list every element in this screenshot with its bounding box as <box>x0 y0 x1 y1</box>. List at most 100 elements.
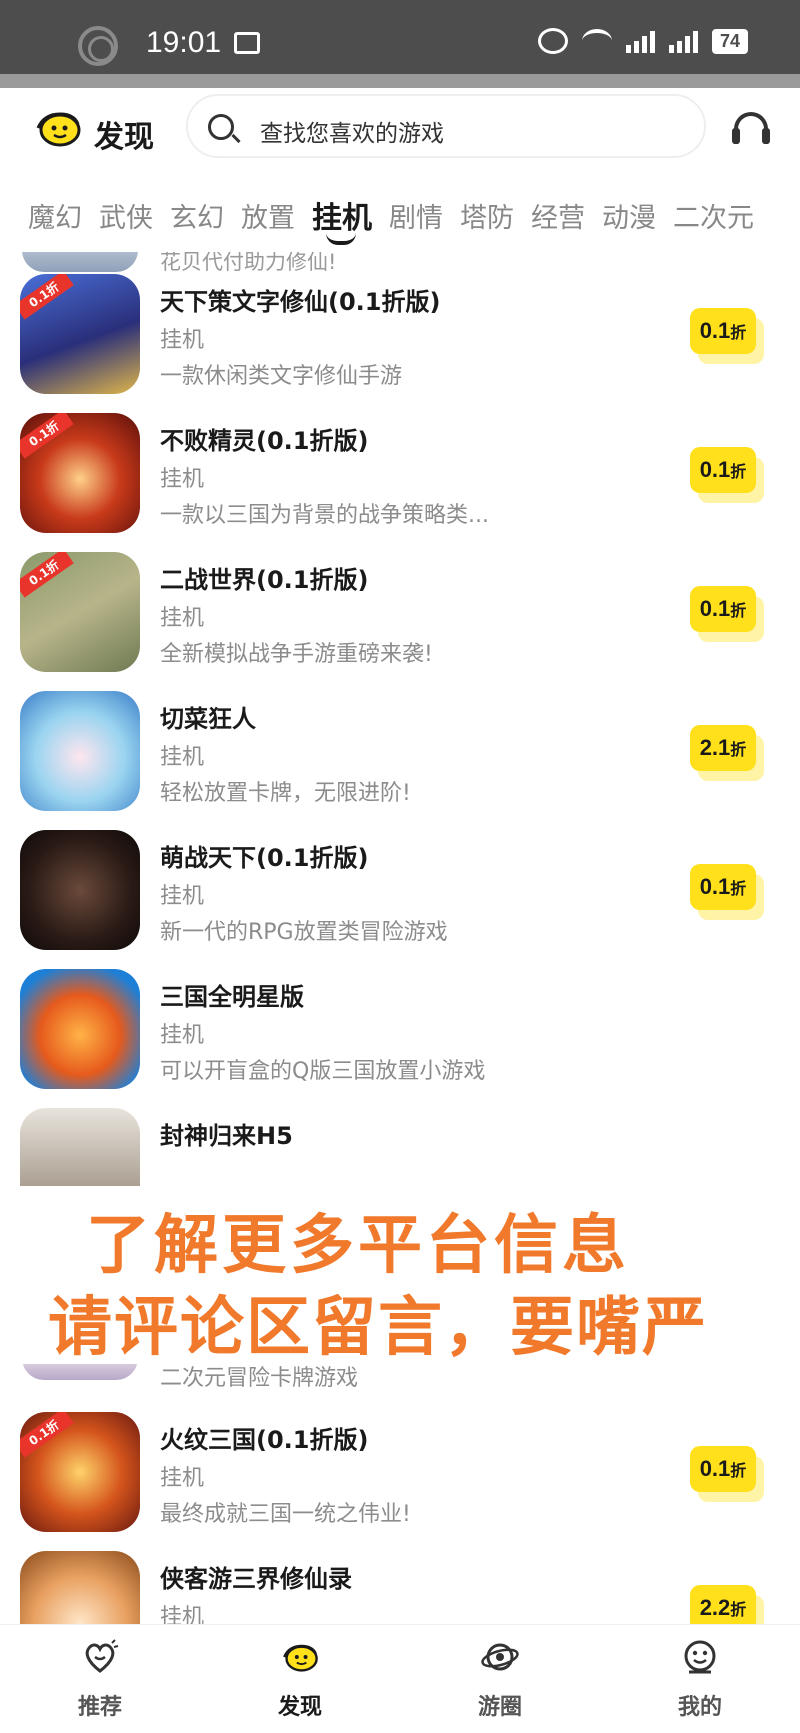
discount-badge: 0.1折 <box>690 447 764 503</box>
game-name: 萌战天下(0.1折版) <box>160 844 369 872</box>
list-item[interactable]: 0.1折 火纹三国(0.1折版) 挂机 最终成就三国一统之伟业! 0.1折 <box>0 1412 800 1551</box>
nav-recommend-label: 推荐 <box>77 1695 122 1720</box>
discount-badge: 0.1折 <box>690 1446 764 1502</box>
battery-indicator: 74 <box>711 28 748 54</box>
game-icon: 0.1折 <box>20 413 140 533</box>
game-icon <box>22 252 138 272</box>
game-category: 挂机 <box>160 884 205 909</box>
discount-unit: 折 <box>730 1600 747 1619</box>
tab-xuanhuan[interactable]: 玄幻 <box>170 196 224 248</box>
discount-ribbon: 0.1折 <box>20 274 74 320</box>
discount-value: 2.1 <box>699 735 731 760</box>
discount-unit: 折 <box>730 462 747 481</box>
tab-erciyuan[interactable]: 二次元 <box>673 196 754 248</box>
game-name: 封神归来H5 <box>160 1122 293 1150</box>
image-notification-icon <box>234 32 260 54</box>
game-icon <box>20 1551 140 1624</box>
discount-value: 0.1 <box>699 874 731 899</box>
discount-badge: 2.1折 <box>690 725 764 781</box>
discount-ribbon: 0.1折 <box>20 413 74 459</box>
game-name: 三国全明星版 <box>160 983 304 1011</box>
game-name: 二战世界(0.1折版) <box>160 566 369 594</box>
discount-unit: 折 <box>730 601 747 620</box>
game-desc: 花贝代付助力修仙! <box>160 252 337 274</box>
planet-icon <box>481 1643 519 1671</box>
signal-icon-2 <box>668 29 698 53</box>
tab-jingying[interactable]: 经营 <box>531 196 585 248</box>
tab-fangzhi[interactable]: 放置 <box>241 196 295 248</box>
game-icon <box>20 691 140 811</box>
game-icon: 0.1折 <box>20 1412 140 1532</box>
signal-icon <box>625 29 655 53</box>
game-desc: 全新模拟战争手游重磅来袭! <box>160 642 433 667</box>
tab-mohuan[interactable]: 魔幻 <box>28 196 82 248</box>
tab-guaji-label: 挂机 <box>312 201 372 236</box>
headset-icon[interactable] <box>732 112 770 144</box>
game-category: 挂机 <box>160 328 205 353</box>
game-desc: 一款休闲类文字修仙手游 <box>160 364 403 389</box>
profile-face-icon <box>684 1640 716 1674</box>
game-category: 挂机 <box>160 1466 205 1491</box>
tab-guaji[interactable]: 挂机 <box>312 193 372 248</box>
discount-value: 0.1 <box>699 596 731 621</box>
game-name: 切菜狂人 <box>160 705 256 733</box>
nav-circle[interactable]: 游圈 <box>440 1639 560 1721</box>
discount-badge: 0.1折 <box>690 308 764 364</box>
smiley-logo-icon <box>36 112 81 147</box>
tab-wuxia[interactable]: 武侠 <box>99 196 153 248</box>
nav-discover-label: 发现 <box>277 1695 322 1720</box>
game-icon: 0.1折 <box>20 274 140 394</box>
game-desc: 一款以三国为背景的战争策略类... <box>160 503 489 528</box>
list-item[interactable]: 0.1折 不败精灵(0.1折版) 挂机 一款以三国为背景的战争策略类... 0.… <box>0 413 800 552</box>
search-icon <box>208 114 234 140</box>
game-list: 花贝代付助力修仙! 0.1折 天下策文字修仙(0.1折版) 挂机 一款休闲类文字… <box>0 252 800 1624</box>
wifi-icon <box>581 29 612 53</box>
search-input[interactable]: 查找您喜欢的游戏 <box>186 94 706 158</box>
game-desc: 轻松放置卡牌，无限进阶! <box>160 781 411 806</box>
discount-badge: 0.1折 <box>690 586 764 642</box>
nav-recommend[interactable]: 推荐 <box>40 1639 160 1721</box>
game-category: 挂机 <box>160 1605 205 1624</box>
promo-overlay: 了解更多平台信息 请评论区留言，要嘴严 <box>0 1186 800 1365</box>
tab-dongman[interactable]: 动漫 <box>602 196 656 248</box>
list-item[interactable]: 0.1折 天下策文字修仙(0.1折版) 挂机 一款休闲类文字修仙手游 0.1折 <box>0 274 800 413</box>
game-icon <box>20 830 140 950</box>
list-item[interactable]: 切菜狂人 挂机 轻松放置卡牌，无限进阶! 2.1折 <box>0 691 800 830</box>
discount-value: 2.2 <box>699 1595 731 1620</box>
game-icon <box>20 969 140 1089</box>
tab-tafang[interactable]: 塔防 <box>460 196 514 248</box>
discount-value: 0.1 <box>699 457 731 482</box>
heart-face-icon <box>85 1639 119 1673</box>
nav-mine[interactable]: 我的 <box>640 1639 760 1721</box>
app-header: 发现 查找您喜欢的游戏 <box>0 88 800 188</box>
discount-value: 0.1 <box>699 1456 731 1481</box>
discount-unit: 折 <box>730 740 747 759</box>
game-name: 天下策文字修仙(0.1折版) <box>160 288 441 316</box>
discount-ribbon: 0.1折 <box>20 1412 74 1458</box>
list-item-partial[interactable]: 二次元冒险卡牌游戏 <box>0 1350 800 1394</box>
discount-badge: 0.1折 <box>690 864 764 920</box>
discount-badge: 2.2折 <box>690 1585 764 1624</box>
search-placeholder: 查找您喜欢的游戏 <box>260 121 444 147</box>
game-category: 挂机 <box>160 1023 205 1048</box>
alarm-icon <box>537 28 568 54</box>
page-title: 发现 <box>94 120 154 155</box>
active-tab-indicator <box>326 233 356 245</box>
game-category: 挂机 <box>160 745 205 770</box>
list-item[interactable]: 萌战天下(0.1折版) 挂机 新一代的RPG放置类冒险游戏 0.1折 <box>0 830 800 969</box>
tab-juqing[interactable]: 剧情 <box>389 196 443 248</box>
list-item[interactable]: 侠客游三界修仙录 挂机 2.2折 <box>0 1551 800 1624</box>
nav-discover[interactable]: 发现 <box>240 1639 360 1721</box>
game-name: 侠客游三界修仙录 <box>160 1565 352 1593</box>
nav-mine-label: 我的 <box>677 1695 722 1720</box>
list-item[interactable]: 0.1折 二战世界(0.1折版) 挂机 全新模拟战争手游重磅来袭! 0.1折 <box>0 552 800 691</box>
record-indicator-icon <box>78 26 118 66</box>
status-time: 19:01 <box>146 26 222 59</box>
game-category: 挂机 <box>160 467 205 492</box>
game-name: 火纹三国(0.1折版) <box>160 1426 369 1454</box>
game-desc: 最终成就三国一统之伟业! <box>160 1502 411 1527</box>
list-item[interactable]: 三国全明星版 挂机 可以开盲盒的Q版三国放置小游戏 <box>0 969 800 1108</box>
game-desc: 新一代的RPG放置类冒险游戏 <box>160 920 448 945</box>
discount-unit: 折 <box>730 323 747 342</box>
category-tabs: 魔幻 武侠 玄幻 放置 挂机 剧情 塔防 经营 动漫 二次元 <box>28 196 800 248</box>
